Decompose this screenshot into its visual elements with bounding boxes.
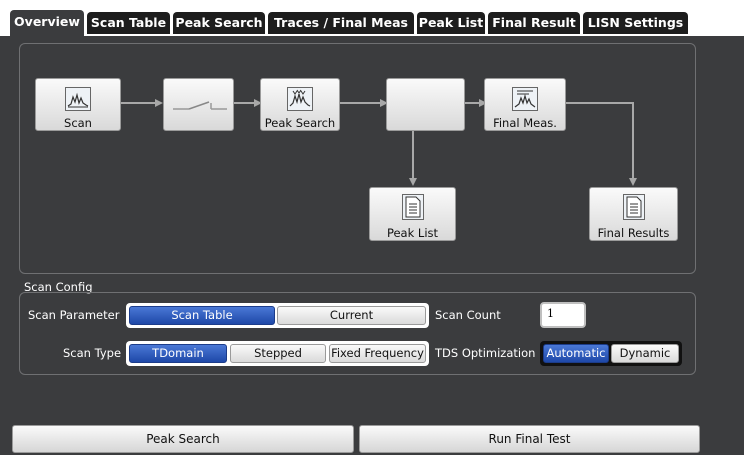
- scan-parameter-option-scan-table[interactable]: Scan Table: [129, 306, 275, 325]
- tab-overview[interactable]: Overview: [10, 10, 84, 37]
- switch-icon: [173, 101, 227, 110]
- run-final-test-button[interactable]: Run Final Test: [359, 425, 700, 453]
- scan-count-label: Scan Count: [435, 308, 501, 322]
- scan-type-option-tdomain[interactable]: TDomain: [129, 344, 227, 363]
- peak-search-block[interactable]: Peak Search: [260, 78, 340, 131]
- tds-optimization-option-automatic[interactable]: Automatic: [543, 344, 609, 363]
- scan-block-label: Scan: [64, 116, 92, 130]
- tab-final-result[interactable]: Final Result: [488, 12, 580, 34]
- tab-peak-search[interactable]: Peak Search: [173, 12, 265, 34]
- final-results-block-label: Final Results: [597, 226, 670, 240]
- connector-line: [340, 102, 382, 104]
- arrow-right-icon: [155, 99, 163, 107]
- tab-bar: Overview Scan Table Peak Search Traces /…: [0, 0, 744, 37]
- peak-search-button[interactable]: Peak Search: [12, 425, 354, 453]
- arrow-down-icon: [629, 178, 637, 186]
- scan-parameter-label: Scan Parameter: [28, 308, 120, 322]
- tab-traces-final-meas[interactable]: Traces / Final Meas: [268, 12, 414, 34]
- connector-line: [566, 102, 634, 104]
- final-meas-block-label: Final Meas.: [493, 116, 557, 130]
- tab-scan-table[interactable]: Scan Table: [87, 12, 170, 34]
- scan-switch-block[interactable]: [163, 78, 234, 131]
- spectrum-icon: [65, 87, 91, 111]
- tds-optimization-option-dynamic[interactable]: Dynamic: [611, 344, 679, 363]
- scan-type-label: Scan Type: [63, 346, 122, 360]
- peak-list-block-label: Peak List: [386, 226, 439, 240]
- scan-type-option-stepped[interactable]: Stepped: [230, 344, 326, 363]
- tds-optimization-label: TDS Optimization: [435, 346, 536, 360]
- peak-list-junction-block[interactable]: [386, 78, 465, 131]
- scan-type-option-fixed-frequency[interactable]: Fixed Frequency: [329, 344, 426, 363]
- tab-lisn-settings[interactable]: LISN Settings: [583, 12, 688, 34]
- final-results-block[interactable]: Final Results: [589, 187, 678, 241]
- scan-parameter-option-current[interactable]: Current: [277, 306, 426, 325]
- peak-search-block-label: Peak Search: [264, 116, 336, 130]
- list-icon: [401, 194, 424, 220]
- results-list-icon: [622, 194, 645, 220]
- measurement-flow-diagram: Scan Peak Search Final Meas. Peak List F…: [19, 43, 696, 274]
- arrow-down-icon: [409, 178, 417, 186]
- final-meas-block[interactable]: Final Meas.: [484, 78, 566, 131]
- scan-count-input[interactable]: 1: [540, 302, 586, 328]
- connector-line: [632, 102, 634, 180]
- connector-line: [121, 102, 157, 104]
- peak-search-icon: [287, 87, 313, 111]
- connector-line: [234, 102, 256, 104]
- final-meas-icon: [512, 87, 538, 111]
- tab-peak-list[interactable]: Peak List: [417, 12, 485, 34]
- peak-list-block[interactable]: Peak List: [369, 187, 456, 241]
- scan-block[interactable]: Scan: [35, 78, 121, 131]
